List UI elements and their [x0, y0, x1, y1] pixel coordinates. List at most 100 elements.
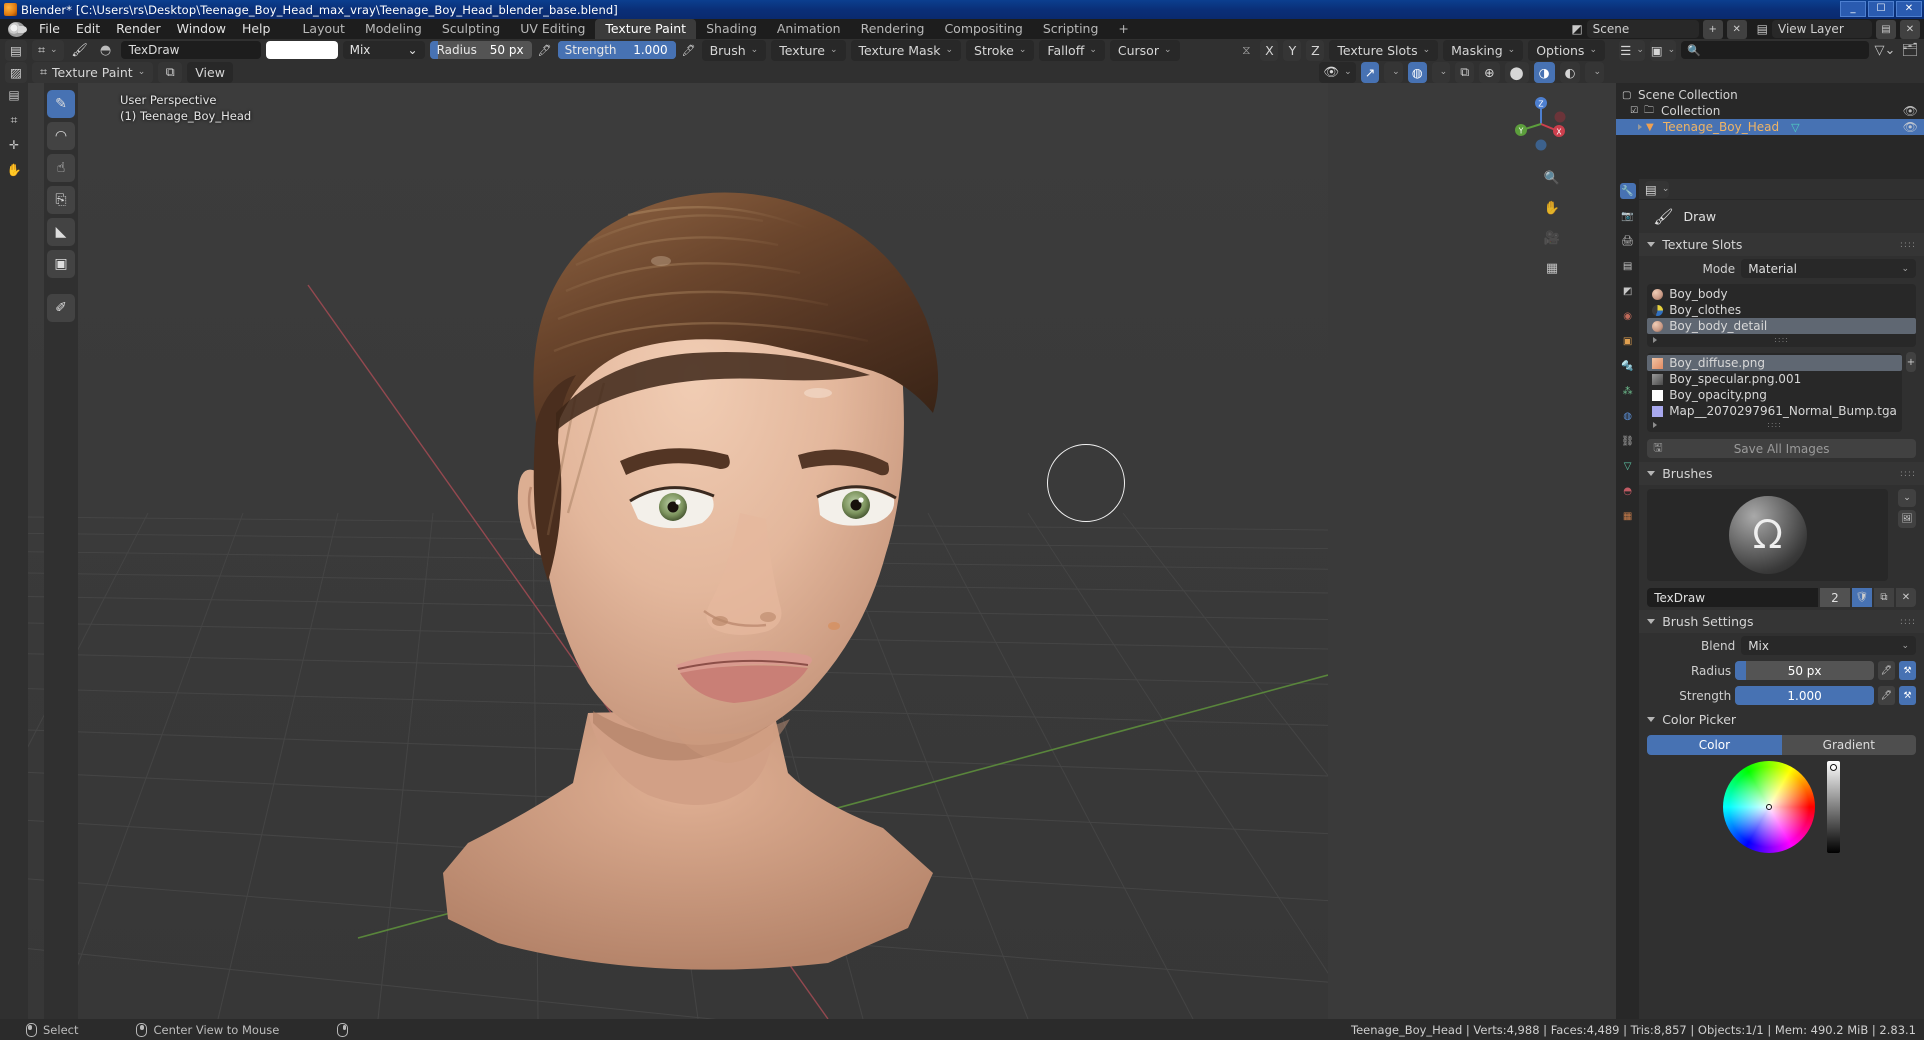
object-tab[interactable]: ▣ — [1620, 333, 1636, 349]
tab-gradient[interactable]: Gradient — [1781, 735, 1916, 755]
viewlayer-tab[interactable]: ▤ — [1620, 258, 1636, 274]
collection-visibility-eye-icon[interactable]: 👁 — [1903, 104, 1918, 118]
xray-icon[interactable]: ⧉ — [1455, 61, 1475, 83]
brush-name-field[interactable]: TexDraw — [120, 41, 261, 59]
workspace-tab-texture-paint[interactable]: Texture Paint — [595, 19, 697, 39]
workspace-tab-rendering[interactable]: Rendering — [851, 19, 935, 39]
material-list-footer[interactable]: :::: — [1647, 334, 1916, 345]
workspace-tab-uv-editing[interactable]: UV Editing — [510, 19, 595, 39]
popover-texture-mask[interactable]: Texture Mask ⌄ — [850, 39, 962, 61]
strength-pressure-icon[interactable]: 🖊 — [681, 44, 697, 57]
workspace-tab-animation[interactable]: Animation — [767, 19, 851, 39]
gizmo-caret[interactable]: ⌄ — [1384, 61, 1403, 83]
properties-editor-icon[interactable]: ▤ ⌄ — [1645, 180, 1669, 198]
add-texture-slot-button[interactable]: + — [1905, 352, 1916, 372]
data-tab[interactable]: ▽ — [1620, 458, 1636, 474]
symmetry-z-button[interactable]: Z — [1306, 39, 1325, 61]
scene-tab[interactable]: ◩ — [1620, 283, 1636, 299]
radius-slider[interactable]: Radius 50 px — [429, 41, 532, 59]
list-item[interactable]: Boy_specular.png.001 — [1647, 371, 1902, 387]
collection-checkbox[interactable]: ☑ — [1630, 106, 1640, 116]
list-item[interactable]: Map__2070297961_Normal_Bump.tga — [1647, 403, 1902, 419]
editor-type-3dview-icon[interactable]: ▨ — [5, 61, 27, 83]
new-scene-button[interactable]: + — [1702, 19, 1723, 39]
window-controls[interactable]: _ ☐ ✕ — [1840, 1, 1922, 17]
panel-drag-dots[interactable]: :::: — [1900, 240, 1916, 250]
output-tab[interactable]: 🖨 — [1620, 233, 1636, 249]
particles-tab[interactable]: ⁂ — [1620, 383, 1636, 399]
draw-tool[interactable]: ✎ — [47, 90, 75, 118]
strength-pressure-icon-prop[interactable]: 🖊 — [1878, 686, 1895, 705]
render-tab[interactable]: 📷 — [1620, 208, 1636, 224]
workspace-tab-sculpting[interactable]: Sculpting — [432, 19, 510, 39]
panel-color-picker[interactable]: Color Picker — [1639, 708, 1924, 731]
outliner-filter-id-icon[interactable]: ▣ ⌄ — [1650, 39, 1676, 61]
list-item[interactable]: Boy_opacity.png — [1647, 387, 1902, 403]
popover-options[interactable]: Options ⌄ — [1528, 39, 1605, 61]
clone-tool[interactable]: ⎘ — [47, 186, 75, 214]
strength-slider[interactable]: Strength 1.000 — [557, 41, 676, 59]
menu-help[interactable]: Help — [234, 20, 279, 38]
new-brush-icon[interactable]: 🖼 — [1898, 510, 1916, 528]
outliner-row-scene-collection[interactable]: ▢ Scene Collection — [1616, 87, 1924, 103]
popover-texture-slots[interactable]: Texture Slots ⌄ — [1329, 39, 1439, 61]
workspace-tab-shading[interactable]: Shading — [696, 19, 767, 39]
texture-image-list[interactable]: Boy_diffuse.png Boy_specular.png.001 Boy… — [1647, 353, 1902, 432]
workspace-tab-compositing[interactable]: Compositing — [934, 19, 1032, 39]
camera-icon[interactable]: 🎥 — [1543, 229, 1561, 247]
tab-color[interactable]: Color — [1647, 735, 1782, 755]
color-wheel-handle[interactable] — [1766, 804, 1773, 810]
world-tab[interactable]: ◉ — [1620, 308, 1636, 324]
soften-tool[interactable]: ◠ — [47, 122, 75, 150]
radius-pressure-icon-prop[interactable]: 🖊 — [1878, 661, 1895, 680]
menu-render[interactable]: Render — [108, 20, 169, 38]
list-expand-icon[interactable] — [1653, 336, 1658, 343]
unlink-x-icon[interactable]: ✕ — [1896, 588, 1916, 607]
workspace-add-button[interactable]: + — [1108, 19, 1138, 39]
material-preview-icon[interactable]: ◑ — [1533, 61, 1555, 83]
strength-unified-icon[interactable]: ⚒ — [1899, 686, 1916, 705]
popover-stroke[interactable]: Stroke ⌄ — [966, 39, 1035, 61]
outliner-row-teenage-boy-head[interactable]: ▼ Teenage_Boy_Head ▽ 👁 — [1616, 119, 1924, 135]
radius-unified-icon[interactable]: ⚒ — [1899, 661, 1916, 680]
panel-drag-dots[interactable]: :::: — [1900, 469, 1916, 479]
viewlayer-selector[interactable]: View Layer — [1772, 20, 1872, 38]
list-item[interactable]: Boy_diffuse.png — [1647, 355, 1902, 371]
brush-name-field[interactable]: TexDraw — [1647, 588, 1818, 607]
hand-tool-icon[interactable]: ✋ — [4, 161, 24, 179]
remove-viewlayer-button[interactable]: ✕ — [1900, 19, 1920, 39]
mode-texture-paint-icon[interactable]: ⌗ ⌄ — [32, 39, 64, 61]
texture-tab[interactable]: ▦ — [1620, 508, 1636, 524]
value-slider-handle[interactable] — [1830, 764, 1838, 771]
menu-edit[interactable]: Edit — [68, 20, 108, 38]
texture-slots-mode-dropdown[interactable]: Material ⌄ — [1741, 259, 1916, 278]
minimize-button[interactable]: _ — [1840, 1, 1866, 17]
navigation-gizmo[interactable]: Z X Y — [1512, 95, 1570, 153]
properties-tab-column[interactable]: 🔧 📷 🖨 ▤ ◩ ◉ ▣ 🔩 ⁂ ◍ ⛓ ▽ ◓ ▦ — [1616, 179, 1640, 1019]
overlays-caret[interactable]: ⌄ — [1431, 61, 1451, 83]
ortho-persp-icon[interactable]: ▦ — [1543, 259, 1561, 277]
color-picker-tabs[interactable]: Color Gradient — [1647, 735, 1916, 755]
blender-logo-icon[interactable] — [8, 21, 27, 37]
panel-drag-dots[interactable]: :::: — [1900, 617, 1916, 627]
save-all-images-button[interactable]: 🖫 Save All Images — [1647, 439, 1916, 458]
editor-type-icon[interactable]: ▤ — [5, 39, 27, 61]
smear-tool[interactable]: ☝ — [47, 154, 75, 182]
radius-slider-prop[interactable]: 50 px — [1735, 661, 1874, 680]
workspace-tab-modeling[interactable]: Modeling — [355, 19, 432, 39]
view-menu[interactable]: View — [187, 61, 233, 83]
popover-falloff[interactable]: Falloff ⌄ — [1039, 39, 1105, 61]
strength-slider-prop[interactable]: 1.000 — [1735, 686, 1874, 705]
editor-type-icon-left[interactable]: ▤ — [4, 86, 24, 104]
popover-texture[interactable]: Texture ⌄ — [771, 39, 846, 61]
shading-caret[interactable]: ⌄ — [1585, 61, 1604, 83]
color-wheel-area[interactable] — [1647, 761, 1916, 853]
overlays-icon[interactable]: ◍ — [1407, 61, 1427, 83]
blend-dropdown[interactable]: Mix ⌄ — [1741, 636, 1916, 655]
menu-window[interactable]: Window — [169, 20, 234, 38]
panel-brushes[interactable]: Brushes :::: — [1639, 462, 1924, 485]
outliner[interactable]: ▢ Scene Collection ☑ 🗀 Collection 👁 ▼ Te… — [1616, 83, 1924, 179]
zoom-icon[interactable]: 🔍 — [1543, 169, 1561, 187]
popover-brush[interactable]: Brush ⌄ — [701, 39, 767, 61]
popover-cursor[interactable]: Cursor ⌄ — [1109, 39, 1180, 61]
